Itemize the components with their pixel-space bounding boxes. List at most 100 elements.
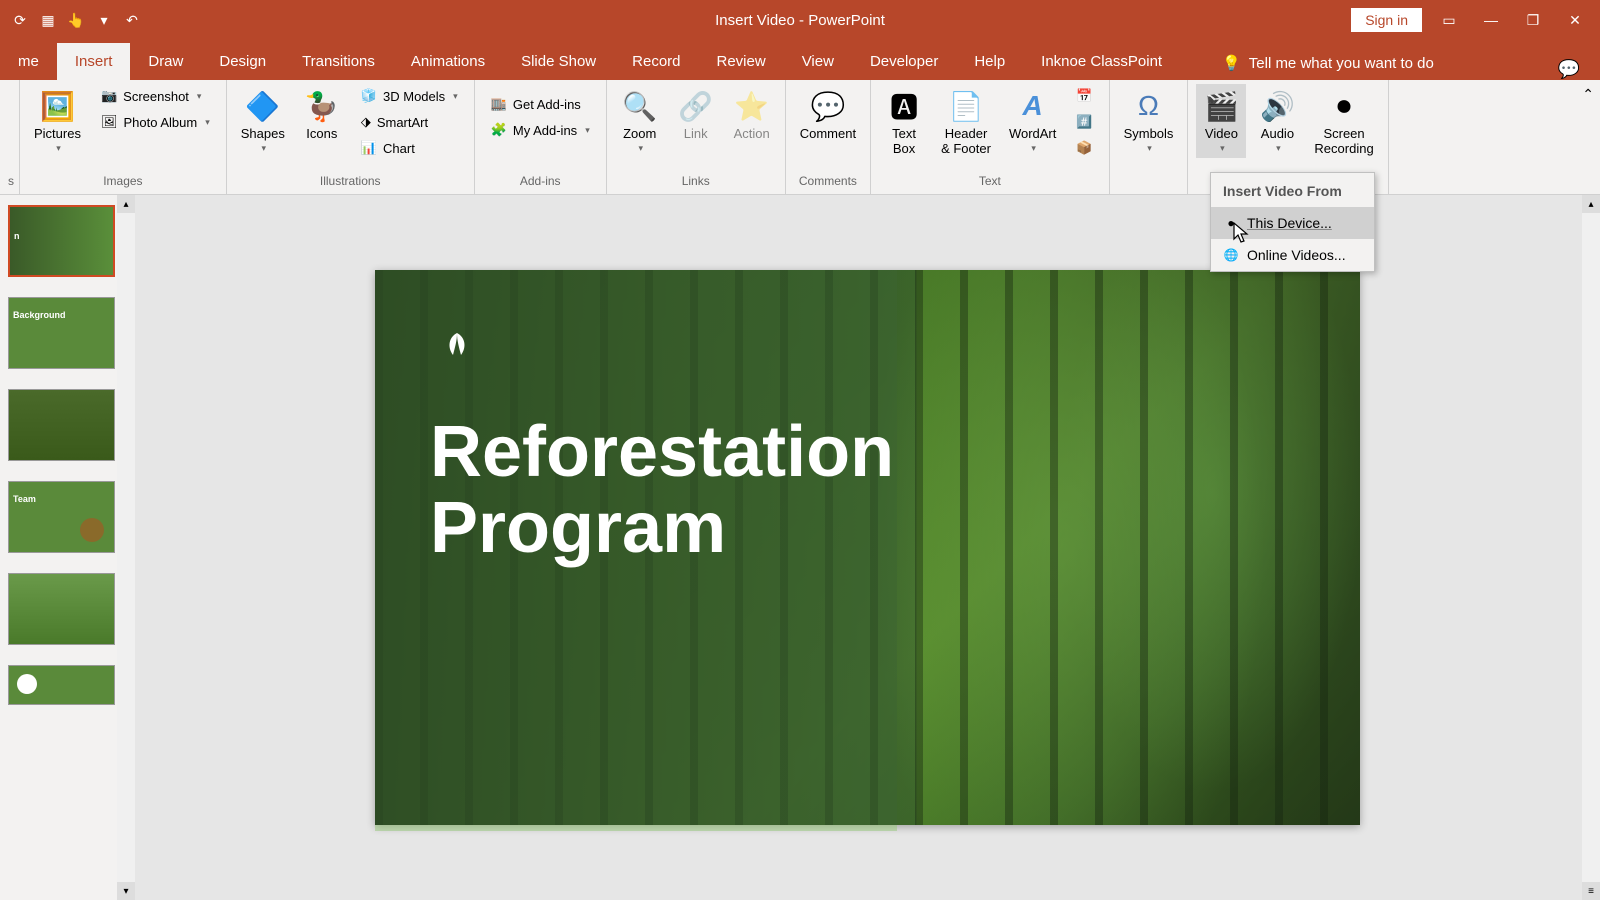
comments-pane-icon[interactable]: 💬	[1558, 59, 1580, 80]
screenshot-icon: 📷	[101, 88, 117, 104]
text-group-label: Text	[879, 172, 1100, 190]
undo-icon[interactable]: ↶	[122, 10, 142, 30]
slideshow-icon[interactable]: ▦	[38, 10, 58, 30]
object-button[interactable]: 📦	[1068, 136, 1100, 160]
screen-recording-icon: ⏺	[1326, 88, 1362, 124]
chevron-down-icon: ▾	[56, 143, 61, 154]
action-button: ⭐ Action	[727, 84, 777, 145]
autosave-icon[interactable]: ⟳	[10, 10, 30, 30]
link-label: Link	[684, 126, 708, 141]
lightbulb-icon: 💡	[1222, 54, 1241, 72]
canvas-scrollbar[interactable]: ▴ ▾ ≡ ≡	[1582, 195, 1600, 900]
slide-thumbnail-2[interactable]: Background	[8, 297, 115, 369]
slide-number-button[interactable]: #️⃣	[1068, 110, 1100, 134]
chevron-down-icon: ▾	[585, 125, 590, 136]
screenshot-label: Screenshot	[123, 89, 189, 104]
tab-help[interactable]: Help	[956, 43, 1023, 80]
comments-group-label: Comments	[794, 172, 862, 190]
touch-mode-icon[interactable]: 👆	[66, 10, 86, 30]
number-icon: #️⃣	[1076, 114, 1092, 130]
zoom-button[interactable]: 🔍 Zoom ▾	[615, 84, 665, 158]
slide-thumbnail-1[interactable]: n	[8, 205, 115, 277]
tell-me-search[interactable]: 💡 Tell me what you want to do	[1210, 46, 1446, 80]
cube-icon: 🧊	[361, 88, 377, 104]
date-time-button[interactable]: 📅	[1068, 84, 1100, 108]
tab-draw[interactable]: Draw	[130, 43, 201, 80]
tab-animations[interactable]: Animations	[393, 43, 503, 80]
shapes-button[interactable]: 🔷 Shapes ▾	[235, 84, 291, 158]
minimize-button[interactable]: —	[1476, 5, 1506, 35]
screen-recording-button[interactable]: ⏺ Screen Recording	[1308, 84, 1379, 160]
tab-record[interactable]: Record	[614, 43, 698, 80]
this-device-label: This Device...	[1247, 215, 1332, 231]
date-icon: 📅	[1076, 88, 1092, 104]
photo-album-label: Photo Album	[123, 115, 197, 130]
tab-classpoint[interactable]: Inknoe ClassPoint	[1023, 43, 1180, 80]
slide-thumbnail-4[interactable]: Team	[8, 481, 115, 553]
textbox-button[interactable]: 🅰 Text Box	[879, 84, 929, 160]
get-addins-button[interactable]: 🏬 Get Add-ins	[483, 92, 598, 116]
chevron-down-icon: ▾	[262, 143, 267, 154]
window-title: Insert Video - PowerPoint	[715, 12, 885, 29]
sign-in-button[interactable]: Sign in	[1351, 8, 1422, 32]
thumbnails-scrollbar[interactable]: ▴ ▾	[117, 195, 135, 900]
dropdown-item-online-videos[interactable]: 🌐 Online Videos...	[1211, 239, 1374, 271]
scroll-up-icon[interactable]: ▴	[117, 195, 135, 213]
tab-insert[interactable]: Insert	[57, 43, 131, 80]
ribbon-display-options-icon[interactable]: ▭	[1434, 5, 1464, 35]
slide-canvas[interactable]: Reforestation Program	[375, 270, 1360, 825]
chart-icon: 📊	[361, 140, 377, 156]
comment-button[interactable]: 💬 Comment	[794, 84, 862, 145]
my-addins-button[interactable]: 🧩 My Add-ins ▾	[483, 118, 598, 142]
audio-button[interactable]: 🔊 Audio ▾	[1252, 84, 1302, 158]
action-icon: ⭐	[734, 88, 770, 124]
slide-thumbnail-3[interactable]	[8, 389, 115, 461]
tab-transitions[interactable]: Transitions	[284, 43, 393, 80]
wordart-icon: A	[1015, 88, 1051, 124]
chevron-down-icon: ▾	[1031, 143, 1036, 154]
3d-models-label: 3D Models	[383, 89, 445, 104]
qat-dropdown-icon[interactable]: ▾	[94, 10, 114, 30]
scroll-down-icon[interactable]: ▾	[117, 882, 135, 900]
tab-view[interactable]: View	[784, 43, 852, 80]
next-slide-icon[interactable]: ≡	[1582, 882, 1600, 900]
tab-design[interactable]: Design	[201, 43, 284, 80]
video-button[interactable]: 🎬 Video ▾	[1196, 84, 1246, 158]
ribbon-group-comments: 💬 Comment Comments	[786, 80, 871, 194]
audio-label: Audio	[1261, 126, 1294, 141]
icons-button[interactable]: 🦆 Icons	[297, 84, 347, 145]
header-footer-button[interactable]: 📄 Header & Footer	[935, 84, 997, 160]
symbols-button[interactable]: Ω Symbols ▾	[1118, 84, 1180, 158]
wordart-label: WordArt	[1009, 126, 1056, 141]
smartart-button[interactable]: ⬗ SmartArt	[353, 110, 466, 134]
tab-developer[interactable]: Developer	[852, 43, 956, 80]
3d-models-button[interactable]: 🧊 3D Models ▾	[353, 84, 466, 108]
leaf-logo-icon	[435, 325, 479, 379]
wordart-button[interactable]: A WordArt ▾	[1003, 84, 1062, 158]
chart-label: Chart	[383, 141, 415, 156]
screen-recording-label: Screen Recording	[1314, 126, 1373, 156]
chevron-down-icon: ▾	[197, 91, 202, 102]
online-videos-label: Online Videos...	[1247, 247, 1346, 263]
chevron-down-icon: ▾	[638, 143, 643, 154]
chart-button[interactable]: 📊 Chart	[353, 136, 466, 160]
pictures-button[interactable]: 🖼️ Pictures ▾	[28, 84, 87, 158]
ribbon-tabs: me Insert Draw Design Transitions Animat…	[0, 40, 1600, 80]
tab-review[interactable]: Review	[699, 43, 784, 80]
tab-home[interactable]: me	[0, 43, 57, 80]
screenshot-button[interactable]: 📷 Screenshot ▾	[93, 84, 218, 108]
slide-thumbnail-6[interactable]	[8, 665, 115, 705]
maximize-button[interactable]: ❐	[1518, 5, 1548, 35]
collapse-ribbon-icon[interactable]: ⌃	[1582, 86, 1594, 103]
smartart-label: SmartArt	[377, 115, 428, 130]
header-footer-label: Header & Footer	[941, 126, 991, 156]
slide-thumbnail-5[interactable]	[8, 573, 115, 645]
images-group-label: Images	[28, 172, 218, 190]
shapes-label: Shapes	[241, 126, 285, 141]
dropdown-item-this-device[interactable]: ● This Device...	[1211, 207, 1374, 239]
get-addins-label: Get Add-ins	[513, 97, 581, 112]
photo-album-button[interactable]: 🖼 Photo Album ▾	[93, 110, 218, 134]
tab-slideshow[interactable]: Slide Show	[503, 43, 614, 80]
scroll-up-icon[interactable]: ▴	[1582, 195, 1600, 213]
close-button[interactable]: ✕	[1560, 5, 1590, 35]
